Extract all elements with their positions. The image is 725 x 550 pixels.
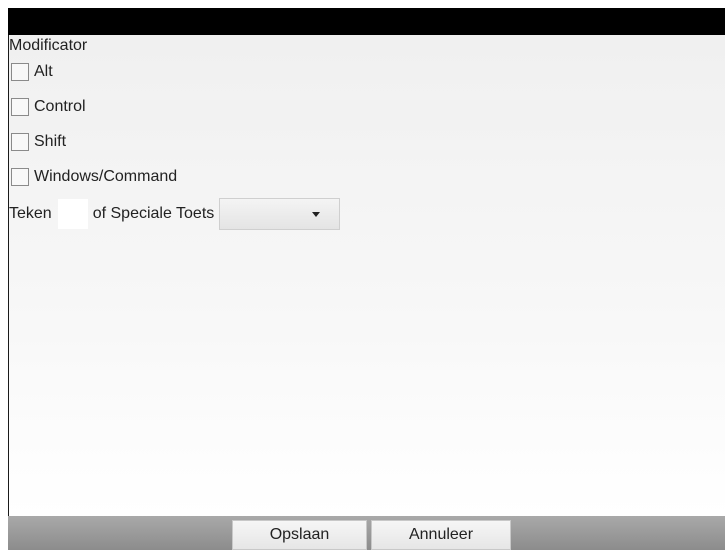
dialog-body: Modificator Alt Control Shift Windows/Co… <box>8 35 725 516</box>
title-bar <box>8 8 725 35</box>
modifier-control-option[interactable]: Control <box>11 96 86 118</box>
alt-label: Alt <box>34 63 53 80</box>
special-key-label: of Speciale Toets <box>92 205 215 222</box>
modifier-section-label: Modificator <box>9 37 88 54</box>
key-selection-row: Teken of Speciale Toets <box>9 198 341 230</box>
key-combination-dialog: Modificator Alt Control Shift Windows/Co… <box>0 0 725 550</box>
control-label: Control <box>34 98 86 115</box>
modifier-windows-command-option[interactable]: Windows/Command <box>11 166 177 188</box>
character-input[interactable] <box>57 199 88 229</box>
alt-checkbox[interactable] <box>11 63 29 81</box>
control-checkbox[interactable] <box>11 98 29 116</box>
windows-command-label: Windows/Command <box>34 168 178 185</box>
shift-checkbox[interactable] <box>11 133 29 151</box>
character-label: Teken <box>9 205 52 222</box>
special-key-select[interactable] <box>219 198 341 230</box>
cancel-button[interactable]: Annuleer <box>371 520 511 550</box>
footer-bar: Opslaan Annuleer <box>8 516 725 550</box>
caret-down-icon <box>312 212 321 217</box>
shift-label: Shift <box>34 133 67 150</box>
save-button[interactable]: Opslaan <box>232 520 367 550</box>
modifier-shift-option[interactable]: Shift <box>11 131 66 153</box>
modifier-alt-option[interactable]: Alt <box>11 61 53 83</box>
windows-command-checkbox[interactable] <box>11 168 29 186</box>
